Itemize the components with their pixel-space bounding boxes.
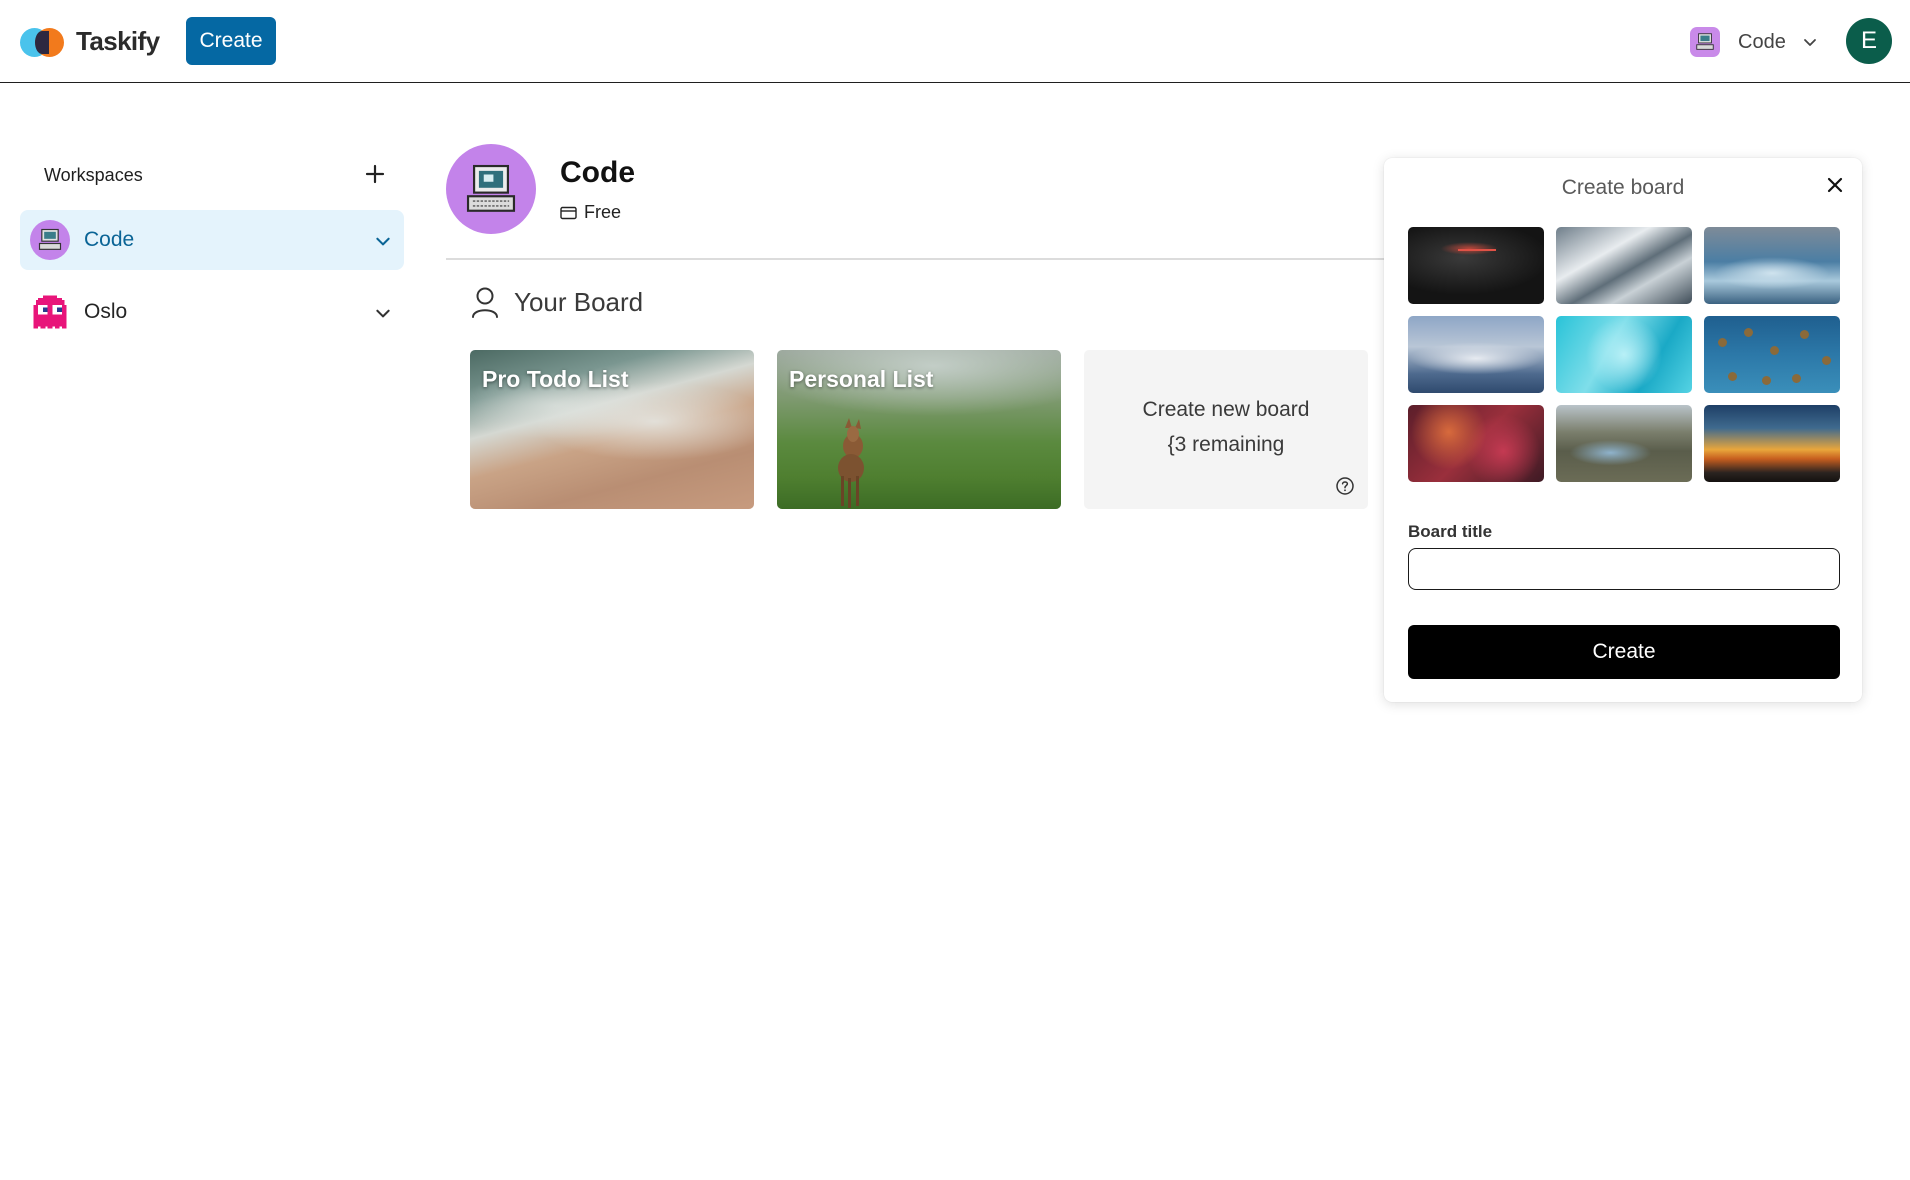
board-title-label: Board title <box>1408 522 1493 541</box>
help-circle-icon[interactable] <box>1335 476 1355 496</box>
board-card-personal-list[interactable]: Personal List <box>777 350 1061 509</box>
create-button[interactable]: Create <box>186 17 276 65</box>
credit-card-icon <box>560 206 577 219</box>
board-background-image <box>838 418 864 508</box>
create-new-board-card[interactable]: Create new board {3 remaining <box>1084 350 1368 509</box>
create-new-board-label: Create new board <box>1142 398 1310 421</box>
background-option[interactable] <box>1704 316 1840 393</box>
app-name: Taskify <box>76 25 160 56</box>
add-workspace-icon[interactable] <box>363 162 387 186</box>
workspace-switcher[interactable]: Code <box>1690 26 1818 58</box>
board-title: Personal List <box>789 366 934 392</box>
background-option[interactable] <box>1408 405 1544 482</box>
board-title-input[interactable] <box>1408 548 1840 590</box>
computer-icon <box>466 164 516 212</box>
workspace-plan: Free <box>560 202 621 223</box>
plan-label: Free <box>584 202 622 222</box>
background-option[interactable] <box>1556 227 1692 304</box>
workspace-title: Code <box>560 156 635 189</box>
sidebar-item-label: Code <box>84 228 135 251</box>
background-option[interactable] <box>1408 316 1544 393</box>
background-option[interactable] <box>1704 227 1840 304</box>
workspace-switcher-label: Code <box>1738 30 1786 53</box>
board-title: Pro Todo List <box>482 366 629 392</box>
create-board-submit-button[interactable]: Create <box>1408 625 1840 679</box>
sidebar-item-oslo[interactable]: Oslo <box>20 282 404 342</box>
workspace-avatar <box>446 144 536 234</box>
computer-icon <box>1690 27 1720 57</box>
background-option[interactable] <box>1704 405 1840 482</box>
ghost-icon <box>30 292 70 332</box>
user-icon <box>472 287 498 318</box>
popover-title: Create board <box>1561 176 1685 199</box>
chevron-down-icon <box>1803 39 1816 46</box>
background-option[interactable] <box>1556 316 1692 393</box>
sidebar-item-code[interactable]: Code <box>20 210 404 270</box>
background-image-picker <box>1408 227 1840 482</box>
section-title: Your Board <box>514 286 644 317</box>
background-option[interactable] <box>1556 405 1692 482</box>
top-navbar: Taskify Create Code E <box>0 0 1910 83</box>
user-avatar[interactable]: E <box>1846 18 1892 64</box>
background-option[interactable] <box>1408 227 1544 304</box>
chevron-down-icon[interactable] <box>374 304 392 322</box>
board-card-pro-todo-list[interactable]: Pro Todo List <box>470 350 754 509</box>
close-icon[interactable] <box>1824 174 1846 196</box>
logo-icon <box>20 24 66 58</box>
boards-remaining-label: {3 remaining <box>1167 433 1285 456</box>
chevron-down-icon[interactable] <box>374 232 392 250</box>
app-logo[interactable]: Taskify <box>20 24 160 58</box>
sidebar-item-label: Oslo <box>84 300 128 323</box>
sidebar-title: Workspaces <box>44 165 143 185</box>
create-board-popover: Create board Board title Create <box>1384 158 1862 702</box>
sidebar-header: Workspaces <box>44 162 387 186</box>
your-board-heading: Your Board <box>470 286 643 318</box>
divider <box>446 258 1386 260</box>
computer-icon <box>30 220 70 260</box>
